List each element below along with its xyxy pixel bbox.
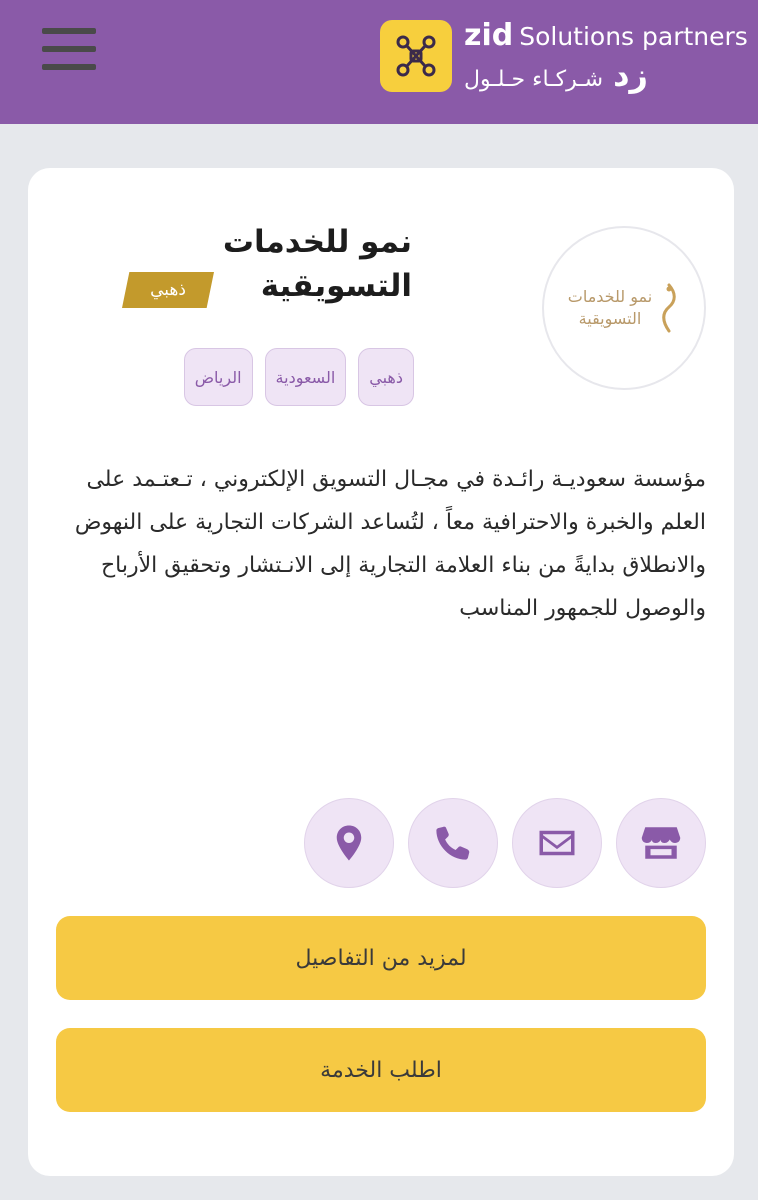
tier-badge: ذهبي [122, 272, 214, 308]
phone-button[interactable] [408, 798, 498, 888]
brand-zid: zid [464, 18, 514, 53]
tag-country[interactable]: السعودية [264, 348, 347, 406]
store-icon [641, 827, 681, 859]
company-logo: نمو للخدمات التسويقية [542, 226, 706, 390]
brand-name-ar: زد شـركـاء حـلـول [464, 56, 648, 94]
request-service-button[interactable]: اطلب الخدمة [56, 1028, 706, 1112]
partner-card: نمو للخدمات التسويقية نمو للخدمات التسوي… [28, 168, 734, 1176]
company-logo-mark-icon [662, 283, 676, 333]
company-logo-text-2: التسويقية [578, 309, 642, 328]
location-button[interactable] [304, 798, 394, 888]
company-description: مؤسسة سعوديـة رائـدة في مجـال التسويق ال… [74, 467, 706, 621]
tag-tier[interactable]: ذهبي [358, 348, 414, 406]
contact-actions [304, 798, 706, 888]
location-pin-icon [336, 825, 362, 861]
store-button[interactable] [616, 798, 706, 888]
tag-city[interactable]: الرياض [183, 348, 253, 406]
phone-icon [436, 826, 470, 860]
brand-subtitle: Solutions partners [519, 22, 748, 51]
app-header: zid Solutions partners زد شـركـاء حـلـول [0, 0, 758, 124]
brand-zid-ar: زد [613, 56, 648, 94]
mail-button[interactable] [512, 798, 602, 888]
brand-subtitle-ar: شـركـاء حـلـول [464, 67, 604, 92]
brand-name-en: zid Solutions partners [464, 18, 748, 53]
hamburger-menu-icon[interactable] [42, 28, 96, 74]
tag-list: ذهبي السعودية الرياض [183, 348, 414, 406]
zid-partner-logo-icon[interactable] [380, 20, 452, 92]
company-logo-text-1: نمو للخدمات [567, 287, 653, 306]
mail-icon [539, 830, 575, 856]
more-details-button[interactable]: لمزيد من التفاصيل [56, 916, 706, 1000]
